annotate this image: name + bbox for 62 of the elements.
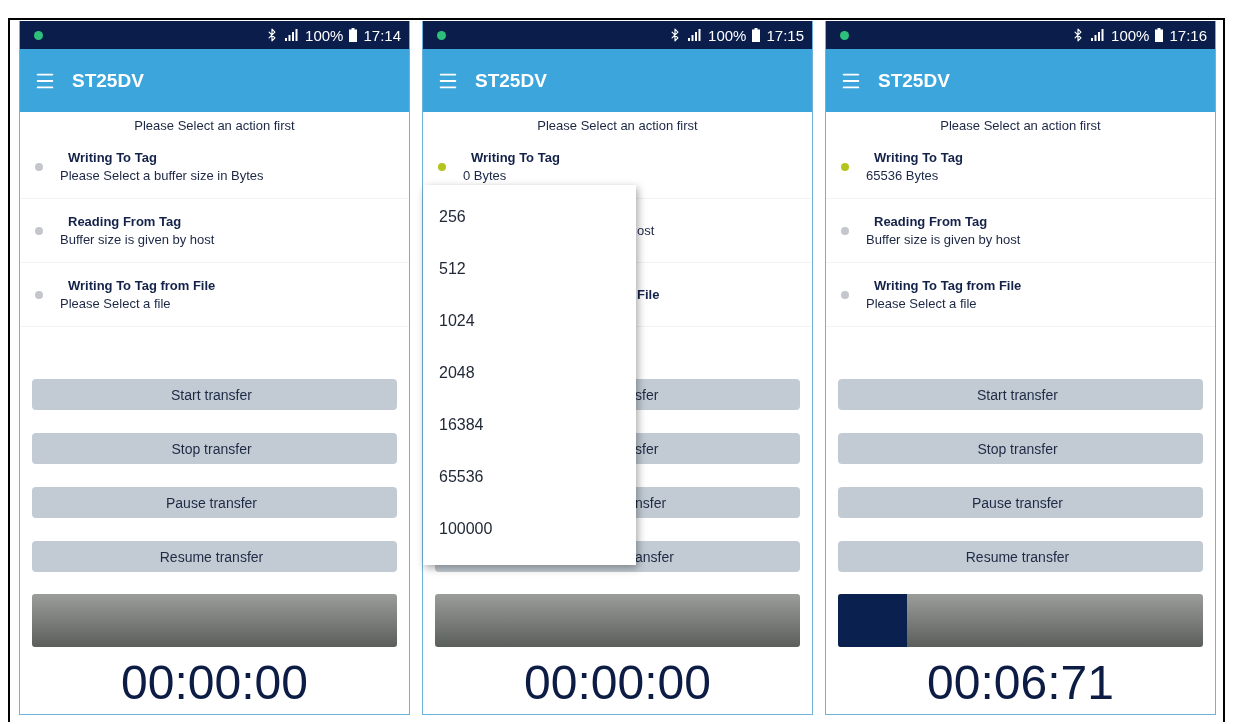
notification-dot [34,30,43,40]
status-dot[interactable] [35,162,43,171]
action-subtitle: Please Select a file [866,296,978,311]
transfer-button[interactable]: Stop transfer [32,433,397,464]
action-title[interactable]: Writing To Tag [60,150,264,165]
menu-option[interactable]: 2048 [423,347,636,399]
app-title: ST25DV [72,69,144,92]
transfer-button[interactable]: Pause transfer [838,487,1203,518]
action-subtitle: 0 Bytes [463,168,508,183]
transfer-button[interactable]: Resume transfer [32,541,397,572]
status-dot[interactable] [35,290,43,299]
menu-option[interactable]: 1024 [423,295,636,347]
transfer-button[interactable]: Resume transfer [838,541,1203,572]
status-dot[interactable] [841,162,849,171]
transfer-button[interactable]: Stop transfer [838,433,1203,464]
signal-icon [285,29,300,41]
action-subtitle: Please Select a file [60,296,172,311]
action-title[interactable]: Writing To Tag from File [60,278,216,293]
action-title[interactable]: Writing To Tag [866,150,963,165]
prompt-text: Please Select an action first [537,117,698,135]
transfer-button[interactable]: Start transfer [32,379,397,410]
signal-icon [688,29,703,41]
battery-icon [1155,28,1164,42]
prompt-text: Please Select an action first [134,117,295,135]
action-subtitle: Please Select a buffer size in Bytes [60,168,264,183]
menu-option[interactable]: 65536 [423,451,636,503]
app-title: ST25DV [878,69,950,92]
action-title[interactable]: Reading From Tag [866,214,1021,229]
action-subtitle: Buffer size is given by host [866,232,1021,247]
clock-time: 17:15 [766,26,804,44]
timer-text: 00:00:00 [121,655,308,710]
battery-icon [349,28,358,42]
battery-icon [752,28,761,42]
battery-level: 100% [708,26,747,44]
status-dot[interactable] [438,162,446,171]
action-title[interactable]: Reading From Tag [60,214,215,229]
timer-text: 00:06:71 [927,655,1114,710]
status-dot[interactable] [841,290,849,299]
prompt-text: Please Select an action first [940,117,1101,135]
transfer-button[interactable]: Start transfer [838,379,1203,410]
status-dot[interactable] [841,226,849,235]
battery-level: 100% [305,26,344,44]
timer-text: 00:00:00 [524,655,711,710]
notification-dot [840,30,849,40]
action-subtitle: 65536 Bytes [866,168,940,183]
menu-option[interactable]: 100000 [423,503,636,555]
action-subtitle: ost [637,223,655,238]
app-title: ST25DV [475,69,547,92]
action-title[interactable]: File [637,287,660,302]
menu-option[interactable]: 512 [423,243,636,295]
notification-dot [437,30,446,40]
menu-option[interactable]: 256 [423,191,636,243]
transfer-button[interactable]: Pause transfer [32,487,397,518]
clock-time: 17:16 [1169,26,1207,44]
action-subtitle: Buffer size is given by host [60,232,215,247]
action-title[interactable]: Writing To Tag [463,150,560,165]
status-dot[interactable] [35,226,43,235]
menu-option[interactable]: 16384 [423,399,636,451]
battery-level: 100% [1111,26,1150,44]
action-title[interactable]: Writing To Tag from File [866,278,1022,293]
signal-icon [1091,29,1106,41]
clock-time: 17:14 [363,26,401,44]
